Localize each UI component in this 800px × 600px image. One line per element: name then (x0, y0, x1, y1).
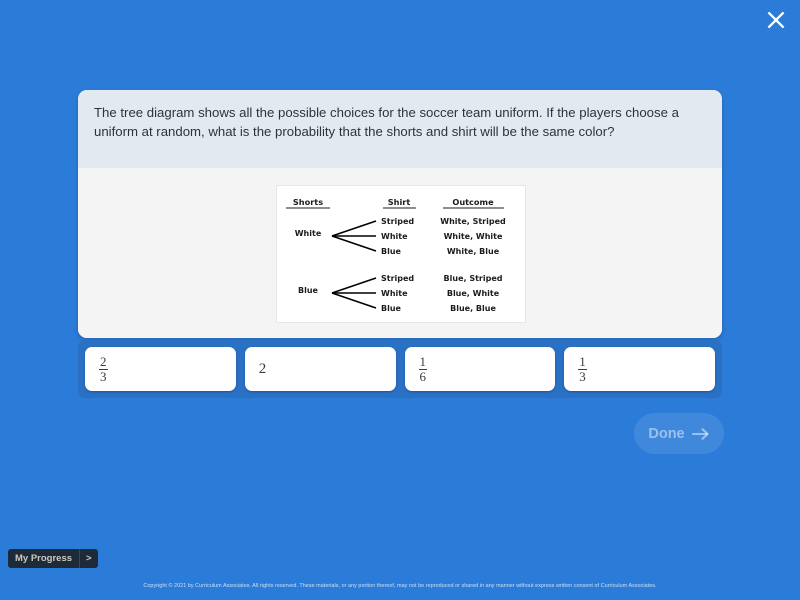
my-progress-label: My Progress (15, 553, 73, 564)
answer-choices: 2 3 2 1 6 1 3 (78, 340, 722, 398)
fraction-numerator: 1 (419, 353, 427, 369)
fraction-denominator: 6 (418, 368, 427, 384)
tree-shirt-blue-striped: Striped (381, 274, 414, 283)
tree-diagram: Shorts Shirt Outcome White Striped White… (276, 185, 526, 323)
fraction-denominator: 3 (99, 368, 108, 384)
answer-choice-1-value: 2 3 (99, 355, 108, 383)
tree-shorts-blue: Blue (298, 286, 319, 295)
tree-shirt-white-white: White (381, 232, 408, 241)
answer-choice-2[interactable]: 2 (244, 347, 396, 391)
chevron-right-icon[interactable]: > (80, 549, 98, 568)
answer-choice-2-value: 2 (258, 360, 267, 377)
question-prompt: The tree diagram shows all the possible … (78, 90, 722, 168)
answer-choice-3[interactable]: 1 6 (404, 347, 556, 391)
tree-branch-blue-striped (331, 277, 377, 294)
tree-outcome-white-white: White, White (444, 232, 503, 241)
tree-branch-blue-blue (331, 292, 377, 309)
question-card: The tree diagram shows all the possible … (78, 90, 722, 338)
answer-choice-4[interactable]: 1 3 (564, 347, 715, 391)
close-button[interactable] (759, 3, 793, 37)
tree-outcome-blue-blue: Blue, Blue (450, 304, 496, 313)
tree-branch-white-striped (331, 220, 377, 237)
tree-shirt-blue-white: White (381, 289, 408, 298)
tree-shirt-white-blue: Blue (381, 247, 402, 256)
answer-choice-4-value: 1 3 (578, 355, 587, 383)
tree-header-shirt: Shirt (388, 197, 411, 207)
done-button[interactable]: Done (634, 413, 724, 454)
fraction-numerator: 1 (579, 353, 586, 369)
tree-header-outcome: Outcome (452, 197, 494, 207)
tree-outcome-blue-white: Blue, White (447, 289, 500, 298)
my-progress-button[interactable]: My Progress > (8, 549, 98, 568)
tree-outcome-white-striped: White, Striped (440, 217, 506, 226)
tree-outcome-blue-striped: Blue, Striped (444, 274, 503, 283)
done-button-label: Done (648, 425, 685, 442)
tree-shorts-white: White (295, 229, 322, 238)
tree-shirt-white-striped: Striped (381, 217, 414, 226)
answer-choice-3-value: 1 6 (418, 353, 427, 384)
fraction-numerator: 2 (100, 353, 107, 369)
arrow-right-icon (691, 427, 710, 441)
stimulus-area: Shorts Shirt Outcome White Striped White… (78, 168, 722, 338)
copyright-footer: Copyright © 2021 by Curriculum Associate… (143, 583, 657, 589)
tree-header-shorts: Shorts (293, 197, 323, 207)
close-icon (764, 8, 788, 32)
tree-branch-white-blue (331, 235, 377, 252)
tree-shirt-blue-blue: Blue (381, 304, 402, 313)
fraction-denominator: 3 (578, 368, 587, 384)
tree-outcome-white-blue: White, Blue (447, 247, 500, 256)
answer-choice-1[interactable]: 2 3 (85, 347, 236, 391)
